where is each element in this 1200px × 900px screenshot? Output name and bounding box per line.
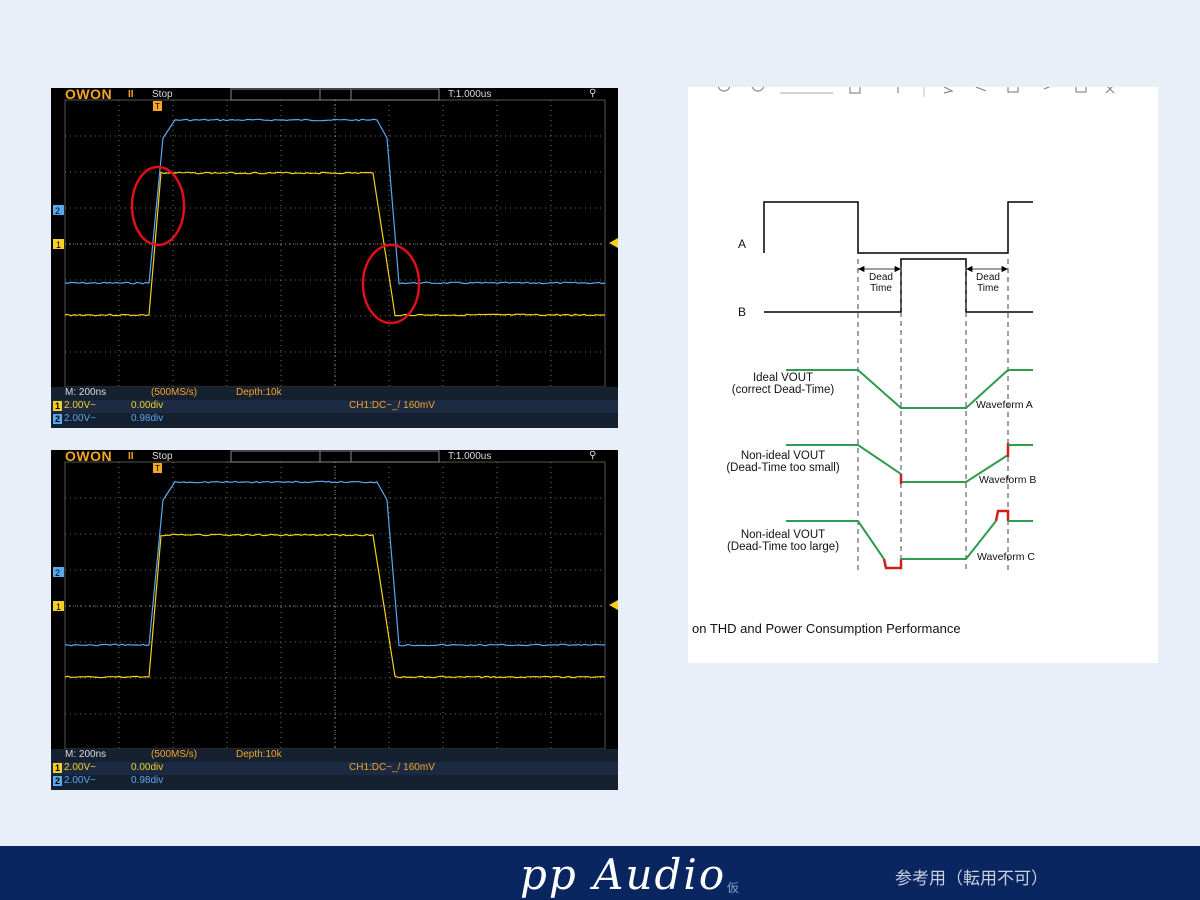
ideal-vout-line-2: (correct Dead-Time) [731, 384, 835, 396]
ch1-badge: 1 [53, 401, 62, 411]
diagram-caption: on THD and Power Consumption Performance [692, 621, 961, 636]
sample-rate: (500MS/s) [151, 749, 198, 760]
ch2-row: 2 2.00V~ 0.98div [51, 775, 618, 788]
small-dead-time-line-2: (Dead-Time too small) [726, 462, 840, 474]
ch2-volts: 2.00V~ [64, 775, 96, 786]
ch2-trace [64, 118, 606, 285]
dead-time-diagram: A B Dead Time Dead Time Ideal VOUT (corr… [688, 87, 1158, 663]
ch1-marker-label: 1 [56, 240, 61, 250]
memory-depth: Depth:10k [236, 387, 282, 398]
trigger-setting: CH1:DC~_/ 160mV [349, 400, 435, 411]
trigger-time: T:1.000us [448, 89, 492, 100]
small-dead-time-line-1: Non-ideal VOUT [740, 450, 826, 462]
waveform-b-label: Waveform B [979, 474, 1037, 486]
memory-depth: Depth:10k [236, 749, 282, 760]
oscilloscope-capture-1: 2 1 T OWON II Stop T:1.000us ⚲ M: 200ns (5… [51, 88, 618, 428]
dead-time-label-1: Dead Time [863, 272, 899, 294]
scope-status-bar: M: 200ns (500MS/s) Depth:10k 1 2.00V~ 0.… [51, 387, 618, 428]
timebase: M: 200ns [65, 749, 107, 760]
ch2-offset: 0.98div [131, 775, 164, 786]
trigger-time: T:1.000us [448, 451, 492, 462]
sample-rate: (500MS/s) [151, 387, 198, 398]
brand-logo: OWON [65, 450, 113, 464]
oscilloscope-capture-2: 2 1 T OWON II Stop T:1.000us ⚲ M: 200ns (5… [51, 450, 618, 790]
small-dead-time-label: Non-ideal VOUT (Dead-Time too small) [714, 450, 852, 474]
scope-screen: 2 1 T [53, 88, 618, 388]
scope-top-bar: OWON II Stop T:1.000us ⚲ [51, 450, 618, 464]
ch1-marker-label: 1 [56, 602, 61, 612]
waveform-c-error-fall [882, 558, 903, 570]
waveform-a-label: Waveform A [976, 399, 1033, 411]
falling-edge-highlight [361, 243, 421, 325]
viewer-toolbar [717, 87, 1115, 97]
scope-screen: 2 1 T [53, 450, 618, 750]
ch2-volts: 2.00V~ [64, 413, 96, 424]
large-dead-time-label: Non-ideal VOUT (Dead-Time too large) [714, 529, 852, 553]
dead-time-label-2: Dead Time [970, 272, 1006, 294]
pause-icon: II [128, 89, 134, 100]
waveform-c-error-rise [994, 509, 1010, 522]
usb-icon: ⚲ [589, 450, 597, 461]
ch1-volts: 2.00V~ [64, 762, 96, 773]
scope-top-bar: OWON II Stop T:1.000us ⚲ [51, 88, 618, 102]
ch1-row: 1 2.00V~ 0.00div CH1:DC~_/ 160mV [51, 400, 618, 413]
timebase: M: 200ns [65, 387, 107, 398]
dead-time-1-line-1: Dead [869, 272, 893, 283]
ch2-offset: 0.98div [131, 413, 164, 424]
large-dead-time-line-1: Non-ideal VOUT [740, 529, 826, 541]
trigger-marker-label: T [155, 464, 160, 473]
ch2-trace [64, 480, 606, 647]
brand-logo: OWON [65, 88, 113, 102]
ideal-vout-line-1: Ideal VOUT [752, 372, 814, 384]
ideal-vout-label: Ideal VOUT (correct Dead-Time) [718, 372, 848, 396]
dead-time-1-line-2: Time [870, 283, 892, 294]
trigger-level-marker [609, 238, 618, 248]
pp-audio-logo: pp Audio [520, 850, 727, 899]
dead-time-guides [857, 259, 1009, 572]
ch2-badge: 2 [53, 414, 62, 424]
large-dead-time-line-2: (Dead-Time too large) [726, 541, 840, 553]
slide-footer: pp Audio 仮 参考用（転用不可） [0, 846, 1200, 900]
reference-only-note: 参考用（転用不可） [895, 869, 1048, 888]
signal-a-trace [763, 201, 1033, 254]
scope-status-bar: M: 200ns (500MS/s) Depth:10k 1 2.00V~ 0.… [51, 749, 618, 790]
usb-icon: ⚲ [589, 88, 597, 99]
dead-time-2-line-1: Dead [976, 272, 1000, 283]
waveform-c-label: Waveform C [977, 551, 1035, 563]
dead-time-arrows [858, 265, 1008, 273]
trigger-setting: CH1:DC~_/ 160mV [349, 762, 435, 773]
pause-icon: II [128, 451, 134, 462]
ch1-offset: 0.00div [131, 400, 164, 411]
signal-b-label: B [738, 305, 747, 319]
tentative-mark: 仮 [727, 881, 740, 895]
ch2-marker-label: 2 [55, 568, 60, 578]
ch1-row: 1 2.00V~ 0.00div CH1:DC~_/ 160mV [51, 762, 618, 775]
ch2-badge: 2 [53, 776, 62, 786]
trigger-level-marker [609, 600, 618, 610]
ch1-badge: 1 [53, 763, 62, 773]
ch2-row: 2 2.00V~ 0.98div [51, 413, 618, 426]
run-state: Stop [152, 89, 173, 100]
signal-a-label: A [738, 237, 747, 251]
ch1-offset: 0.00div [131, 762, 164, 773]
trigger-marker-label: T [155, 102, 160, 111]
ch2-marker-label: 2 [55, 206, 60, 216]
ch1-volts: 2.00V~ [64, 400, 96, 411]
dead-time-2-line-2: Time [977, 283, 999, 294]
run-state: Stop [152, 451, 173, 462]
